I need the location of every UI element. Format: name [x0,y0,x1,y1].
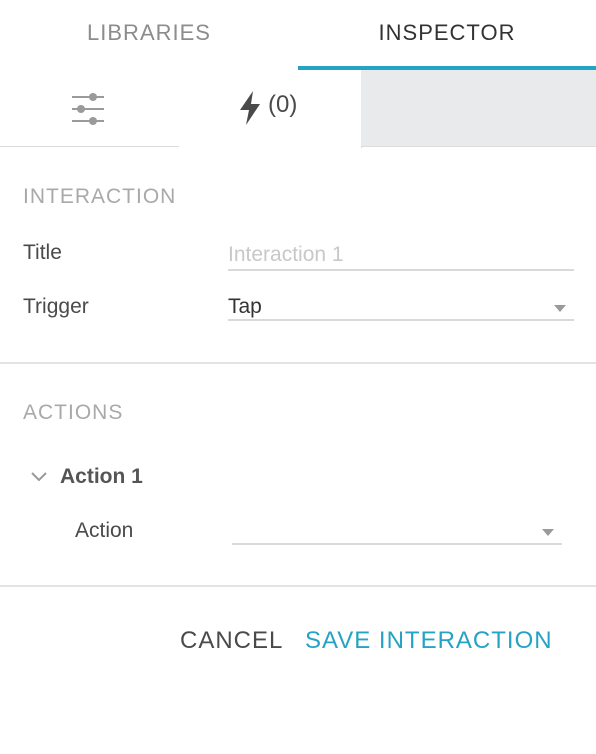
interaction-section-title: INTERACTION [23,185,177,208]
trigger-select-underline [228,319,574,321]
sliders-icon [69,92,107,131]
trigger-label: Trigger [23,295,89,318]
tab-inspector[interactable]: INSPECTOR [298,0,596,66]
tab-libraries[interactable]: LIBRARIES [0,0,298,66]
title-label: Title [23,241,62,264]
title-input[interactable]: Interaction 1 [228,243,344,267]
save-interaction-button[interactable]: SAVE INTERACTION [305,627,553,655]
inspector-sub-tabs: (0) [0,70,596,148]
sub-tab-filler [361,70,596,147]
action-select-underline [232,543,562,545]
trigger-select[interactable]: Tap [228,295,262,319]
action-dropdown-icon[interactable] [542,529,554,536]
title-input-underline [228,269,574,271]
cancel-button[interactable]: CANCEL [180,627,283,655]
lightning-bolt-icon [237,90,263,131]
interactions-count: (0) [268,91,298,118]
footer-divider [0,585,596,587]
action-select[interactable] [232,519,532,543]
top-tab-bar: LIBRARIES INSPECTOR [0,0,596,70]
trigger-dropdown-icon[interactable] [554,305,566,312]
action-label: Action [75,519,134,542]
actions-section-title: ACTIONS [23,401,124,424]
action-1-header[interactable]: Action 1 [60,465,143,489]
chevron-down-icon[interactable] [30,470,48,488]
section-divider [0,362,596,364]
